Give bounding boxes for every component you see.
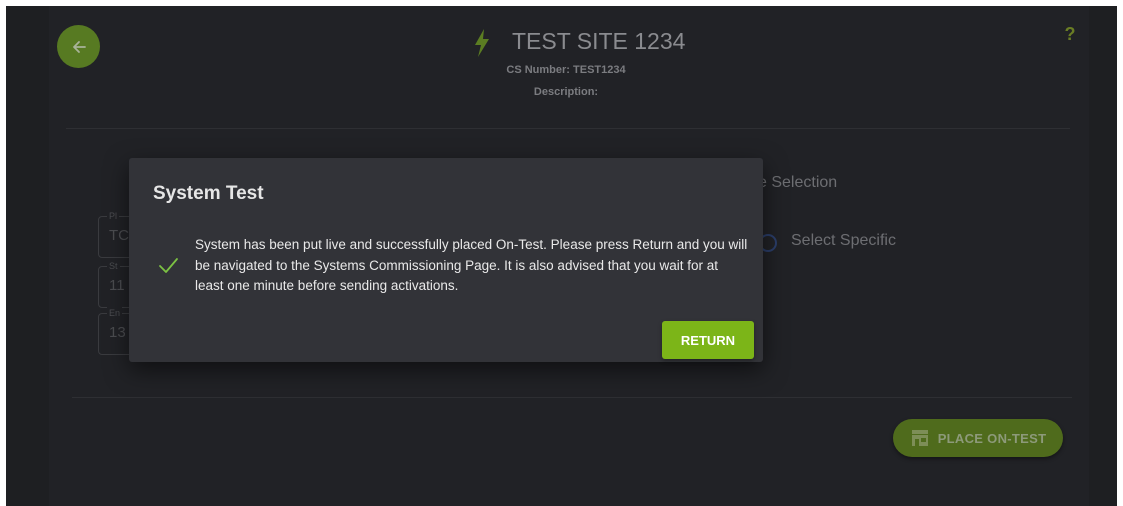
form-field-1-label: Pl <box>107 210 120 222</box>
arrow-left-icon <box>72 40 86 53</box>
question-mark-icon[interactable]: ? <box>1062 24 1078 44</box>
form-field-3-value: 13 <box>109 324 126 341</box>
system-test-dialog: System Test System has been put live and… <box>129 158 763 362</box>
return-button[interactable]: RETURN <box>662 321 754 359</box>
back-button[interactable] <box>57 25 100 68</box>
site-title: TEST SITE 1234 <box>512 28 686 54</box>
zone-selection-heading: e Selection <box>758 174 838 191</box>
select-specific-label[interactable]: Select Specific <box>791 232 896 250</box>
check-icon <box>159 258 178 273</box>
dialog-title: System Test <box>153 183 264 204</box>
cs-number: CS Number: TEST1234 <box>506 64 626 76</box>
footer-divider <box>72 397 1072 398</box>
form-field-2-value: 11 <box>109 277 125 294</box>
place-on-test-label: PLACE ON-TEST <box>937 430 1047 446</box>
form-field-1-value: TC <box>109 227 129 244</box>
dialog-message: System has been put live and successfull… <box>195 237 748 293</box>
form-field-3-label: En <box>107 307 123 319</box>
place-on-test-button[interactable]: PLACE ON-TEST <box>893 419 1063 457</box>
site-description: Description: <box>533 86 599 98</box>
form-field-2-label: St <box>107 260 120 272</box>
header-divider <box>66 128 1070 129</box>
app-window: ? TEST SITE 1234 CS Number: TEST1234 Des… <box>6 6 1117 506</box>
store-icon <box>911 430 928 446</box>
lightning-bolt-icon <box>475 29 489 57</box>
